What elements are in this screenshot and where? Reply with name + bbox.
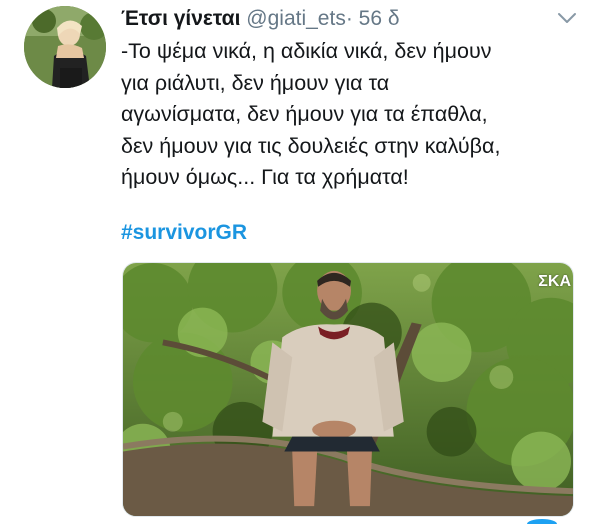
- display-name[interactable]: Έτσι γίνεται: [121, 7, 240, 30]
- tweet-text: -Το ψέμα νικά, η αδικία νικά, δεν ήμουν …: [121, 39, 501, 189]
- channel-logo: ΣΚΑ: [538, 273, 571, 290]
- tweet-media[interactable]: ΣΚΑ: [122, 262, 574, 517]
- avatar-image: [24, 6, 106, 88]
- next-tweet-hint: [527, 519, 557, 524]
- avatar[interactable]: [24, 6, 106, 88]
- user-handle[interactable]: @giati_ets: [246, 7, 346, 30]
- timestamp[interactable]: 56 δ: [359, 7, 400, 30]
- tweet[interactable]: Έτσι γίνεται @giati_ets· 56 δ -Το ψέμα ν…: [0, 0, 600, 524]
- hashtag-link[interactable]: #survivorGR: [121, 221, 247, 245]
- media-photo: [123, 263, 573, 516]
- tweet-header: Έτσι γίνεται @giati_ets· 56 δ: [121, 6, 400, 32]
- chevron-down-icon[interactable]: [556, 9, 578, 27]
- separator: ·: [345, 7, 353, 30]
